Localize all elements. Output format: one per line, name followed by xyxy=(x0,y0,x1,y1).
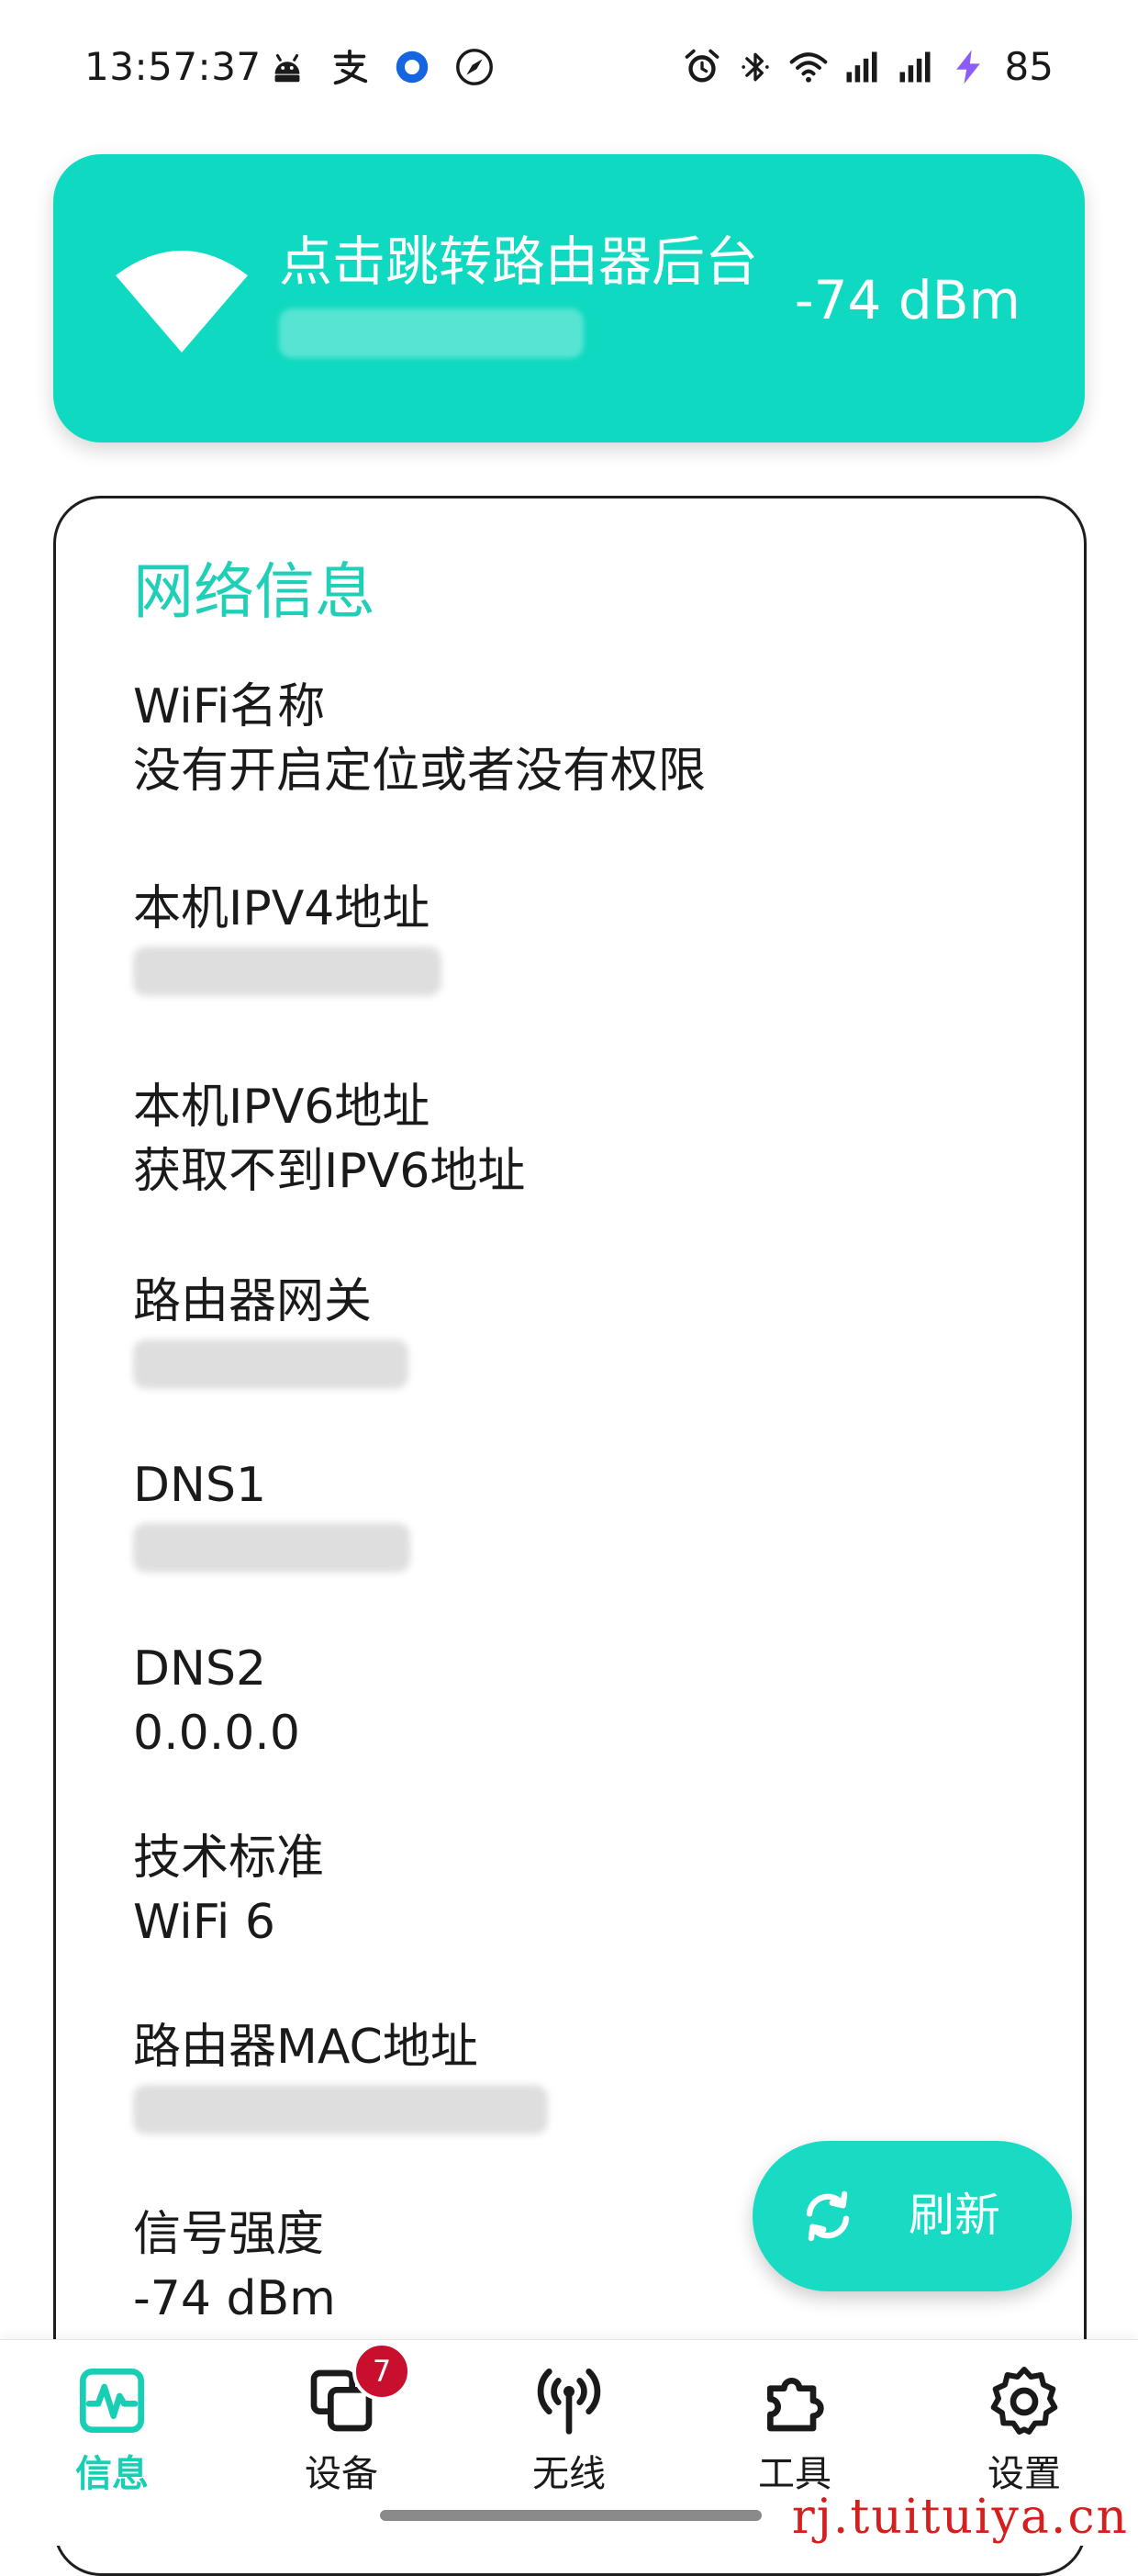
info-label: 路由器网关 xyxy=(133,1274,373,1329)
refresh-icon xyxy=(806,2190,850,2242)
info-item-ipv6: 本机IPV6地址 获取不到IPV6地址 xyxy=(133,1075,1014,1204)
notification-icons xyxy=(266,46,496,88)
info-value: 0.0.0.0 xyxy=(133,1706,300,1761)
wifi-icon xyxy=(116,251,248,353)
compass-icon xyxy=(456,49,493,85)
refresh-button[interactable]: 刷新 xyxy=(753,2141,1072,2291)
nav-label: 信息 xyxy=(75,2453,149,2495)
redacted-router-ip xyxy=(279,308,584,358)
redacted-value xyxy=(133,1339,408,1389)
info-value: 没有开启定位或者没有权限 xyxy=(133,744,707,799)
info-label: WiFi名称 xyxy=(133,679,326,734)
refresh-label: 刷新 xyxy=(909,2189,1000,2242)
cell-signal-2-icon xyxy=(899,51,931,83)
info-label: 路由器MAC地址 xyxy=(133,2020,478,2075)
info-value: WiFi 6 xyxy=(133,1895,275,1950)
info-item-standard: 技术标准 WiFi 6 xyxy=(133,1826,1014,1954)
info-label: DNS1 xyxy=(133,1458,267,1513)
alarm-icon xyxy=(685,49,719,83)
cell-signal-1-icon xyxy=(846,51,877,83)
info-item-ipv4: 本机IPV4地址 xyxy=(133,877,1014,996)
redacted-value xyxy=(133,1523,410,1573)
info-label: DNS2 xyxy=(133,1641,267,1697)
gear-icon xyxy=(990,2367,1058,2435)
nav-label: 无线 xyxy=(532,2453,606,2495)
info-label: 本机IPV4地址 xyxy=(133,881,430,936)
info-item-gateway: 路由器网关 xyxy=(133,1270,1014,1389)
gesture-bar[interactable] xyxy=(380,2510,762,2521)
app-ring-icon xyxy=(396,50,429,84)
router-admin-banner[interactable]: 点击跳转路由器后台 -74 dBm xyxy=(53,154,1085,442)
nav-tab-wireless[interactable]: 无线 xyxy=(486,2364,652,2520)
redacted-value xyxy=(133,946,441,996)
nav-tab-info[interactable]: 信息 xyxy=(29,2364,195,2520)
info-item-dns2: DNS2 0.0.0.0 xyxy=(133,1637,1014,1765)
info-item-router-mac: 路由器MAC地址 xyxy=(133,2015,1014,2134)
android-icon xyxy=(274,54,300,83)
card-title: 网络信息 xyxy=(133,556,375,627)
nav-tab-devices[interactable]: 7 设备 xyxy=(259,2342,424,2520)
nav-label: 设备 xyxy=(305,2453,378,2495)
bluetooth-icon xyxy=(741,52,769,82)
battery-level: 85 xyxy=(1004,44,1054,89)
status-time: 13:57:37 xyxy=(84,44,262,89)
redacted-value xyxy=(133,2085,548,2134)
info-label: 技术标准 xyxy=(133,1831,325,1886)
banner-signal-strength: -74 dBm xyxy=(794,269,1021,331)
watermark: rj.tuituiya.cn xyxy=(791,2490,1129,2545)
banner-title: 点击跳转路由器后台 xyxy=(279,230,759,293)
puzzle-icon xyxy=(767,2378,824,2432)
info-label: 本机IPV6地址 xyxy=(133,1080,430,1135)
info-value: 获取不到IPV6地址 xyxy=(133,1144,526,1199)
system-icons: 85 xyxy=(682,44,1054,90)
alipay-icon xyxy=(333,49,368,85)
wifi-icon xyxy=(789,52,827,83)
activity-icon xyxy=(80,2369,144,2433)
charging-bolt-icon xyxy=(955,50,980,84)
device-count-badge: 7 xyxy=(352,2342,411,2401)
info-item-dns1: DNS1 xyxy=(133,1453,1014,1573)
info-item-wifi-name: WiFi名称 没有开启定位或者没有权限 xyxy=(133,675,1014,803)
antenna-icon xyxy=(537,2369,601,2435)
status-bar: 13:57:37 85 xyxy=(0,0,1138,138)
